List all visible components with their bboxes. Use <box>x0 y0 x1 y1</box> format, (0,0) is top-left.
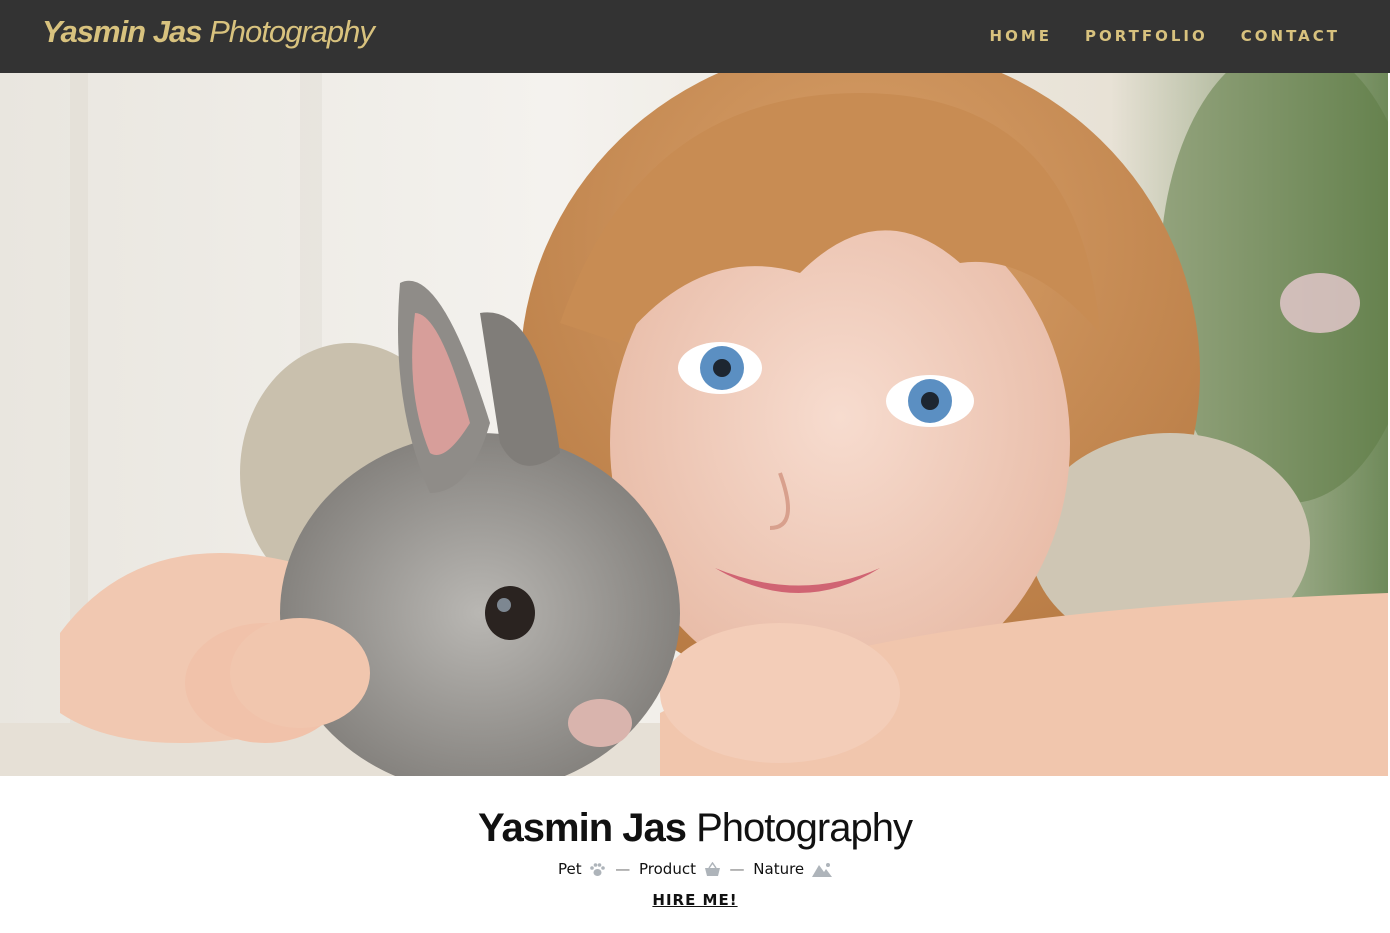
separator: — <box>729 860 745 878</box>
hire-me-link[interactable]: HIRE ME! <box>652 891 737 909</box>
separator: — <box>615 860 631 878</box>
nav-contact[interactable]: CONTACT <box>1241 27 1340 45</box>
child-with-bunny-photo <box>0 73 1388 776</box>
brand-logo-link[interactable]: Yasmin Jas Photography <box>42 14 375 50</box>
basket-icon <box>704 862 720 876</box>
nav-portfolio[interactable]: PORTFOLIO <box>1085 27 1208 45</box>
hero-photo <box>0 73 1388 776</box>
title-bold: Yasmin Jas <box>478 806 687 850</box>
brand-name-light: Photography <box>209 14 375 49</box>
page-title: Yasmin Jas Photography <box>0 806 1390 851</box>
nav-home[interactable]: HOME <box>990 27 1052 45</box>
tag-nature-label: Nature <box>753 860 805 878</box>
brand-name-bold: Yasmin Jas <box>42 14 202 49</box>
tag-product-label: Product <box>639 860 696 878</box>
hire-me-container: HIRE ME! <box>0 891 1390 910</box>
mountain-icon <box>811 863 832 877</box>
main-nav: HOME PORTFOLIO CONTACT <box>990 27 1340 45</box>
services-tagline: Pet — Product — Nature <box>0 860 1390 878</box>
paw-icon <box>590 863 606 876</box>
tag-pet-label: Pet <box>558 860 582 878</box>
top-navbar: Yasmin Jas Photography HOME PORTFOLIO CO… <box>0 0 1390 73</box>
title-light: Photography <box>696 806 913 850</box>
